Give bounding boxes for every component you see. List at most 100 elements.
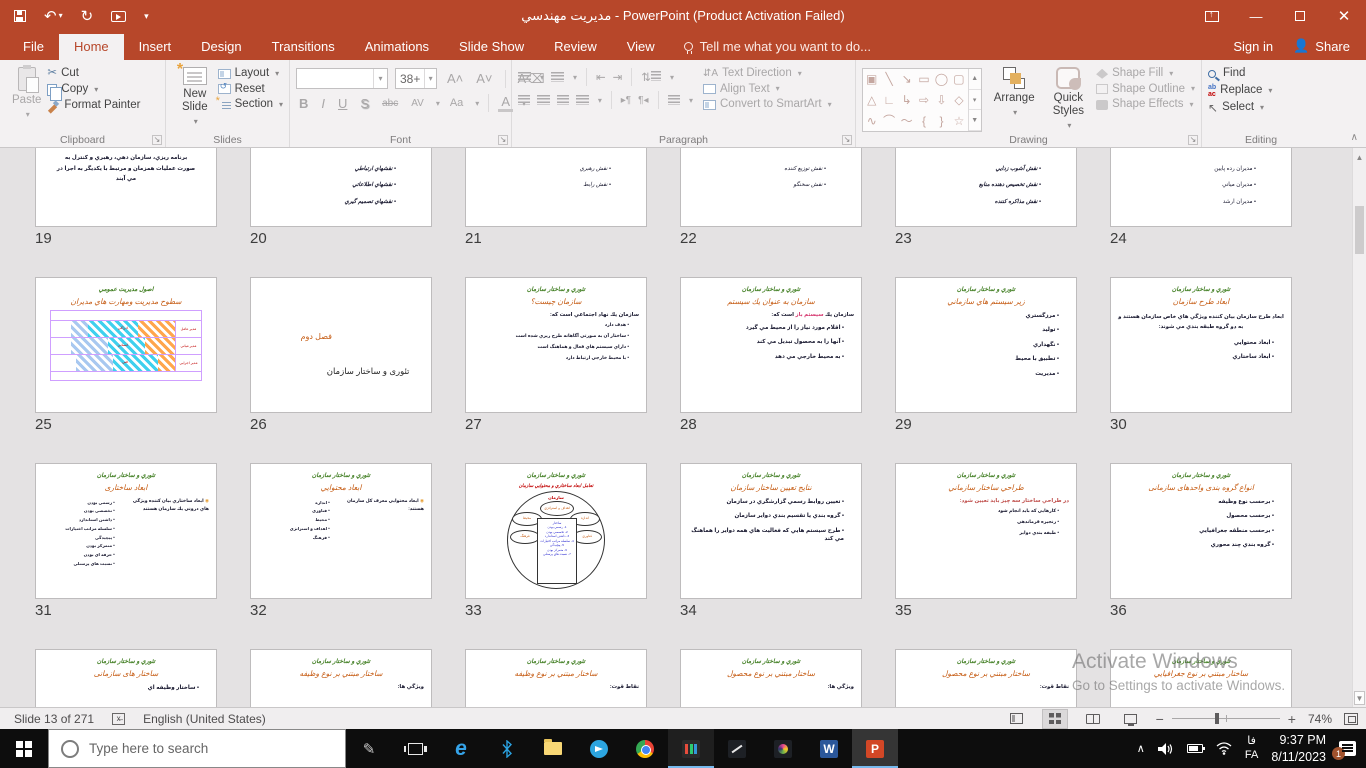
battery-icon[interactable] [1187, 744, 1203, 753]
start-button[interactable] [0, 729, 48, 768]
line-shape-icon[interactable]: ╲ [886, 73, 893, 85]
font-size-combo[interactable]: 38+▾ [395, 68, 437, 89]
bold-button[interactable]: B [296, 96, 311, 111]
fit-slide-button[interactable] [1344, 713, 1358, 725]
drawing-dialog-launcher[interactable]: ↘ [1188, 135, 1198, 145]
ribbon-display-options-button[interactable] [1190, 0, 1234, 32]
shape-outline-button[interactable]: Shape Outline▾ [1096, 84, 1195, 96]
slide-thumbnail[interactable]: تئوري و ساختار سازمانابعاد طرح سازمانابع… [1110, 277, 1292, 413]
shapes-gallery[interactable]: ▣╲↘▭◯▢△∟↳⇨⇩◇∿⌒～{}☆ ▲▾▼ [862, 68, 982, 132]
wifi-icon[interactable] [1216, 742, 1232, 755]
restore-button[interactable] [1278, 0, 1322, 32]
change-case-button[interactable]: Aa [447, 97, 466, 109]
strikethrough-button[interactable]: abc [379, 98, 401, 109]
slide-thumbnail[interactable]: تئوري و ساختار سازمانابعاد محتواييابعاد … [250, 463, 432, 599]
slide-thumbnail[interactable]: تئوري و ساختار سازمانطراحي ساختار سازمان… [895, 463, 1077, 599]
sign-in-link[interactable]: Sign in [1233, 39, 1273, 54]
font-color-button[interactable]: A [498, 94, 513, 112]
slide-thumbnail[interactable]: اصول مديريت عموميسطوح مديريت ومهارت هاي … [35, 277, 217, 413]
redo-button[interactable]: ↻ [81, 9, 94, 24]
taskbar-clock[interactable]: 9:37 PM 8/11/2023 [1271, 732, 1326, 766]
convert-smartart-button[interactable]: Convert to SmartArt▾ [703, 99, 832, 111]
replace-button[interactable]: abacReplace▾ [1208, 84, 1272, 98]
font-dialog-launcher[interactable]: ↘ [498, 135, 508, 145]
tell-me-box[interactable]: Tell me what you want to do... [684, 39, 871, 60]
justify-button[interactable] [576, 95, 588, 105]
shrink-font-button[interactable]: A˅ [473, 71, 495, 86]
slide-thumbnail[interactable]: تئوري و ساختار سازمانساختار مبتني بر نوع… [1110, 649, 1292, 707]
increase-indent-button[interactable]: ⇥ [613, 70, 623, 84]
normal-view-button[interactable] [1004, 709, 1030, 729]
zoom-out-button[interactable]: − [1156, 712, 1164, 726]
taskbar-bluetooth-button[interactable] [484, 729, 530, 768]
paragraph-dialog-launcher[interactable]: ↘ [842, 135, 852, 145]
slide-thumbnail[interactable]: مديران رده پايينمديران ميانيمديران ارشد [1110, 148, 1292, 227]
slide-thumbnail[interactable]: فصل دومتئوری و ساختار سازمان [250, 277, 432, 413]
taskbar-task-view-button[interactable] [392, 729, 438, 768]
numbering-button[interactable] [551, 72, 564, 82]
taskbar-file-explorer-button[interactable] [530, 729, 576, 768]
block-arrow-down-shape-icon[interactable]: ⇩ [936, 94, 946, 106]
taskbar-powerpoint-button[interactable]: P [852, 729, 898, 768]
tab-home[interactable]: Home [59, 34, 124, 60]
start-presentation-button[interactable] [111, 11, 126, 22]
zoom-percentage[interactable]: 74% [1308, 712, 1332, 726]
zoom-slider-thumb[interactable] [1215, 713, 1219, 724]
taskbar-edge-button[interactable]: e [438, 729, 484, 768]
taskbar-media-player-button[interactable] [668, 729, 714, 768]
reset-button[interactable]: Reset [218, 84, 283, 96]
line-spacing-button[interactable]: ⇅ [641, 70, 661, 84]
slide-thumbnail[interactable]: تئوري و ساختار سازمانزير سيستم هاي سازما… [895, 277, 1077, 413]
slide-thumbnail[interactable]: نقش توزيع كنندهنقش سخنگو [680, 148, 862, 227]
quick-styles-button[interactable]: Quick Styles▾ [1041, 64, 1096, 134]
brace-left-shape-icon[interactable]: { [922, 115, 926, 127]
rounded-rectangle-shape-icon[interactable]: ▢ [953, 73, 964, 85]
slide-thumbnail[interactable]: برنامه ريزي، سازمان دهي، رهبري و كنترل ب… [35, 148, 217, 227]
zoom-slider[interactable] [1172, 718, 1280, 720]
slide-thumbnail[interactable]: تئوري و ساختار سازمانتعامل ابعاد ساختاري… [465, 463, 647, 599]
rtl-direction-button[interactable]: ¶◂ [638, 95, 648, 106]
slide-thumbnail[interactable]: تئوري و ساختار سازمانسازمان چيست؟سازمان … [465, 277, 647, 413]
tab-design[interactable]: Design [186, 34, 256, 60]
taskbar-chrome-button[interactable] [622, 729, 668, 768]
vertical-scrollbar[interactable]: ▲ ▼ [1352, 148, 1366, 707]
tab-slide-show[interactable]: Slide Show [444, 34, 539, 60]
decrease-indent-button[interactable]: ⇤ [596, 70, 606, 84]
columns-button[interactable] [668, 95, 680, 105]
slide-sorter-view-button[interactable] [1042, 709, 1068, 729]
taskbar-search-box[interactable]: Type here to search [48, 729, 346, 768]
tab-view[interactable]: View [612, 34, 670, 60]
slide-thumbnail[interactable]: تئوري و ساختار سازمانساختار های سازمانیس… [35, 649, 217, 707]
slideshow-button[interactable] [1118, 709, 1144, 729]
find-button[interactable]: Find [1208, 68, 1272, 80]
slide-thumbnail[interactable]: تئوري و ساختار سازمانابعاد ساختاریابعاد … [35, 463, 217, 599]
align-right-button[interactable] [557, 95, 569, 105]
collapse-ribbon-button[interactable]: ∧ [1351, 132, 1358, 143]
tab-insert[interactable]: Insert [124, 34, 187, 60]
slide-thumbnail[interactable]: تئوري و ساختار سازمانساختار مبتني بر نوع… [895, 649, 1077, 707]
slide-thumbnail[interactable]: نقش آشوب زدايينقش تخصيص دهنده منابعنقش م… [895, 148, 1077, 227]
elbow-arrow-shape-icon[interactable]: ↳ [902, 94, 912, 106]
section-button[interactable]: Section▾ [218, 99, 283, 111]
shape-fill-button[interactable]: Shape Fill▾ [1096, 68, 1195, 80]
volume-icon[interactable] [1158, 742, 1174, 756]
scrollbar-thumb[interactable] [1355, 206, 1364, 254]
elbow-shape-icon[interactable]: ∟ [883, 94, 895, 106]
freeform-shape-icon[interactable]: ◇ [954, 94, 963, 106]
shapes-gallery-scrollbar[interactable]: ▲▾▼ [968, 69, 981, 131]
share-button[interactable]: 👤 Share [1293, 38, 1350, 54]
slide-thumbnail[interactable]: نقشهاي ارتباطينقشهاي اطلاعاتينقشهاي تصمي… [250, 148, 432, 227]
tab-animations[interactable]: Animations [350, 34, 444, 60]
taskbar-word-button[interactable]: W [806, 729, 852, 768]
tab-review[interactable]: Review [539, 34, 612, 60]
tab-transitions[interactable]: Transitions [257, 34, 350, 60]
shape-effects-button[interactable]: Shape Effects▾ [1096, 99, 1195, 111]
bullets-button[interactable] [518, 72, 531, 82]
language-indicator[interactable]: English (United States) [143, 712, 266, 726]
star-shape-icon[interactable]: ☆ [954, 115, 965, 127]
slide-counter[interactable]: Slide 13 of 271 [14, 712, 94, 726]
font-name-combo[interactable]: ▾ [296, 68, 388, 89]
language-switcher[interactable]: فا FA [1245, 735, 1258, 763]
align-center-button[interactable] [537, 95, 549, 105]
slide-thumbnail[interactable]: تئوري و ساختار سازمانساختار مبتني بر نوع… [465, 649, 647, 707]
